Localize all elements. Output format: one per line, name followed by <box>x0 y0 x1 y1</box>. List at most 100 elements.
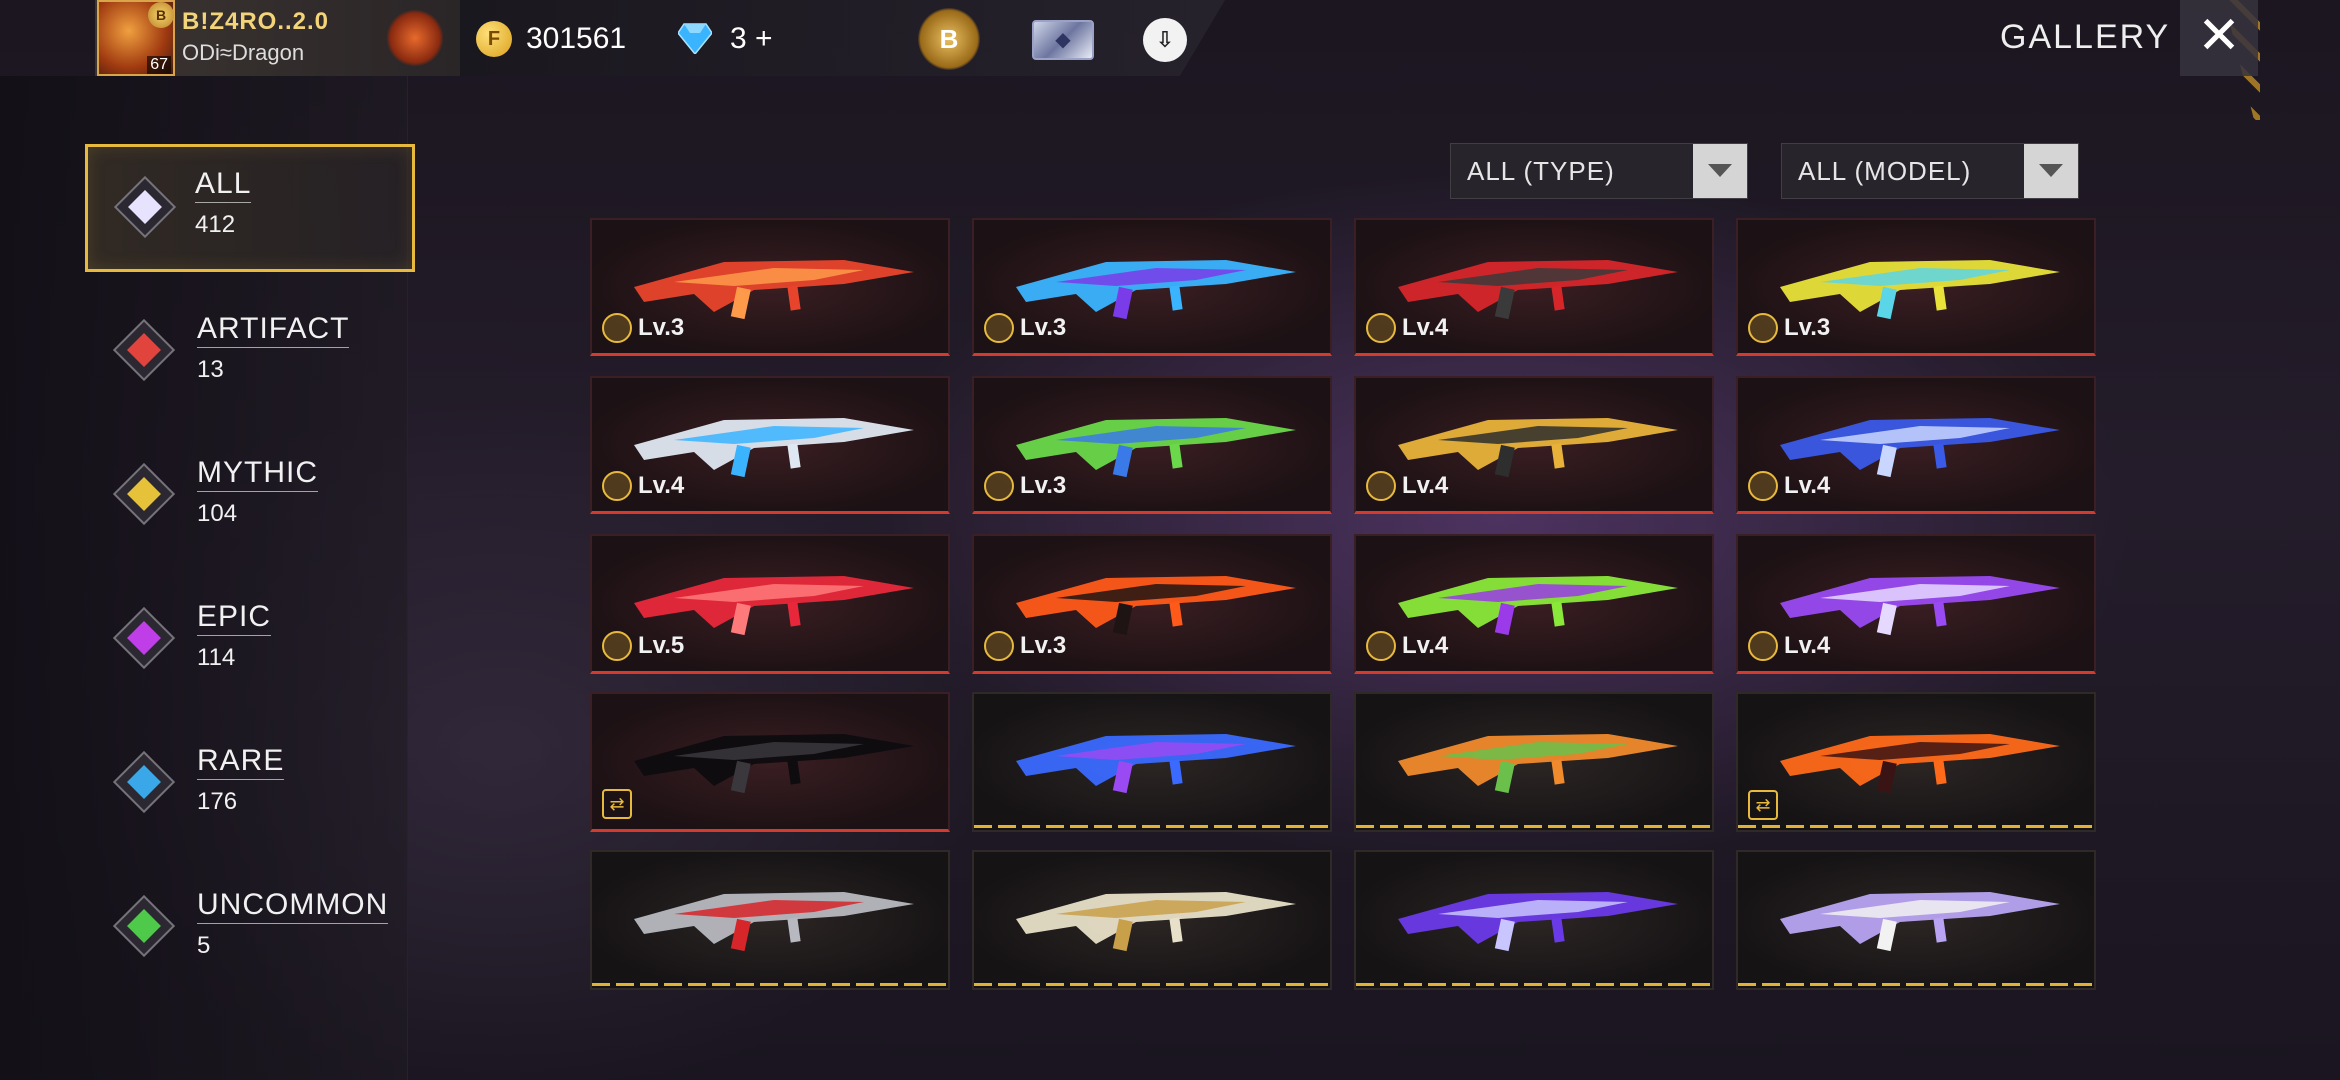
skin-level-label: Lv.4 <box>1402 472 1449 499</box>
weapon-skin-card[interactable]: Lv.4 <box>1354 218 1714 356</box>
shield-crest-icon <box>602 631 632 661</box>
flame-crest-icon <box>984 313 1014 343</box>
swap-icon[interactable]: ⇄ <box>602 789 632 819</box>
skin-level: Lv.4 <box>1366 471 1448 501</box>
flame-crest-icon <box>602 313 632 343</box>
skin-level: Lv.4 <box>1366 631 1448 661</box>
sidebar-item-epic[interactable]: EPIC 114 <box>90 580 410 700</box>
add-diamonds-icon[interactable]: + <box>755 22 773 55</box>
sidebar-item-all[interactable]: ALL 412 <box>85 144 415 272</box>
category-count: 412 <box>195 211 236 238</box>
wolf-crest-icon <box>1366 313 1396 343</box>
category-count: 104 <box>197 500 238 527</box>
weapon-skin-card[interactable] <box>590 850 950 990</box>
sidebar-item-rare[interactable]: RARE 176 <box>90 724 410 844</box>
weapon-skin-card[interactable]: Lv.5 <box>590 534 950 674</box>
flame-crest-icon <box>1366 631 1396 661</box>
mythic-rarity-icon <box>112 462 176 526</box>
guild-name: ODi≈Dragon <box>182 40 305 65</box>
skull-crest-icon <box>1748 471 1778 501</box>
uncommon-rarity-icon <box>112 894 176 958</box>
weapon-skin-card[interactable]: Lv.3 <box>1736 218 2096 356</box>
weapon-skin-image <box>1398 892 1678 952</box>
category-count: 176 <box>197 788 238 815</box>
type-filter-dropdown[interactable]: ALL (TYPE) <box>1450 143 1748 199</box>
skin-level: Lv.3 <box>984 471 1066 501</box>
category-label: ARTIFACT <box>197 312 350 348</box>
skin-level-label: Lv.3 <box>1020 632 1067 659</box>
skin-level-label: Lv.5 <box>638 632 685 659</box>
skin-level-label: Lv.3 <box>638 314 685 341</box>
skin-level-label: Lv.4 <box>1402 314 1449 341</box>
weapon-skin-card[interactable]: Lv.4 <box>1354 376 1714 514</box>
weapon-skin-card[interactable] <box>1736 850 2096 990</box>
category-count: 5 <box>197 932 211 959</box>
category-label: ALL <box>195 167 252 203</box>
skin-level: Lv.4 <box>602 471 684 501</box>
weapon-skin-card[interactable]: ⇄ <box>590 692 950 832</box>
skin-level-label: Lv.4 <box>1784 632 1831 659</box>
weapon-skin-image <box>1398 734 1678 794</box>
gold-coin-count: 301561 <box>526 22 627 55</box>
skin-level: Lv.4 <box>1366 313 1448 343</box>
player-name: B!Z4RO..2.0 <box>182 8 330 35</box>
category-label: EPIC <box>197 600 272 636</box>
weapon-skin-card[interactable]: Lv.3 <box>972 218 1332 356</box>
player-level: 67 <box>147 56 171 74</box>
weapon-skin-image <box>1780 734 2060 794</box>
category-count: 13 <box>197 356 224 383</box>
page-title: GALLERY <box>2000 18 2171 56</box>
chevron-down-icon[interactable] <box>2024 144 2078 198</box>
epic-rarity-icon <box>112 606 176 670</box>
skin-level: Lv.3 <box>984 631 1066 661</box>
weapon-skin-image <box>1780 892 2060 952</box>
weapon-skin-card[interactable]: Lv.3 <box>590 218 950 356</box>
skin-level: Lv.5 <box>602 631 684 661</box>
diamond-count[interactable]: 3 + <box>730 22 773 56</box>
guild-badge-icon[interactable] <box>385 10 445 66</box>
diamond-count-value: 3 <box>730 22 747 55</box>
weapon-skin-image <box>634 734 914 794</box>
swap-icon[interactable]: ⇄ <box>1748 790 1778 820</box>
skin-level-label: Lv.3 <box>1020 314 1067 341</box>
sidebar-item-artifact[interactable]: ARTIFACT 13 <box>90 292 410 412</box>
weapon-skin-card[interactable]: Lv.4 <box>1736 376 2096 514</box>
weapon-skin-image <box>1016 734 1296 794</box>
weapon-skin-card[interactable]: Lv.3 <box>972 376 1332 514</box>
plus-crest-icon <box>1748 631 1778 661</box>
diamond-icon <box>678 23 712 54</box>
cloud-download-icon[interactable]: ⇩ <box>1143 18 1187 62</box>
rare-rarity-icon <box>112 750 176 814</box>
skin-level-label: Lv.3 <box>1020 472 1067 499</box>
skin-level-label: Lv.4 <box>1402 632 1449 659</box>
weapon-skin-image <box>634 892 914 952</box>
rank-star-icon: B <box>148 2 174 28</box>
weapon-skin-card[interactable]: ⇄ <box>1736 692 2096 832</box>
weapon-skin-card[interactable] <box>972 850 1332 990</box>
sidebar-item-mythic[interactable]: MYTHIC 104 <box>90 436 410 556</box>
gold-coin-icon: F <box>476 21 512 57</box>
weapon-skin-card[interactable]: Lv.4 <box>1354 534 1714 674</box>
elite-pass-emblem-icon[interactable]: ◆ <box>1032 20 1094 60</box>
category-label: MYTHIC <box>197 456 318 492</box>
all-rarity-icon <box>113 175 177 239</box>
category-label: RARE <box>197 744 285 780</box>
skin-level: Lv.3 <box>1748 313 1830 343</box>
weapon-skin-card[interactable] <box>972 692 1332 832</box>
weapon-skin-card[interactable]: Lv.4 <box>590 376 950 514</box>
skin-level-label: Lv.4 <box>638 472 685 499</box>
weapon-skin-card[interactable] <box>1354 850 1714 990</box>
weapon-skin-card[interactable]: Lv.4 <box>1736 534 2096 674</box>
rank-badge-icon[interactable]: B <box>918 8 980 70</box>
skin-level-label: Lv.4 <box>1784 472 1831 499</box>
artifact-rarity-icon <box>112 318 176 382</box>
model-filter-dropdown[interactable]: ALL (MODEL) <box>1781 143 2079 199</box>
weapon-skin-card[interactable] <box>1354 692 1714 832</box>
sidebar-item-uncommon[interactable]: UNCOMMON 5 <box>90 868 410 988</box>
weapon-skin-card[interactable]: Lv.3 <box>972 534 1332 674</box>
close-icon[interactable]: ✕ <box>2180 0 2258 76</box>
bolt-crest-icon <box>602 471 632 501</box>
weapon-skin-image <box>1016 892 1296 952</box>
crown-crest-icon <box>984 631 1014 661</box>
chevron-down-icon[interactable] <box>1693 144 1747 198</box>
